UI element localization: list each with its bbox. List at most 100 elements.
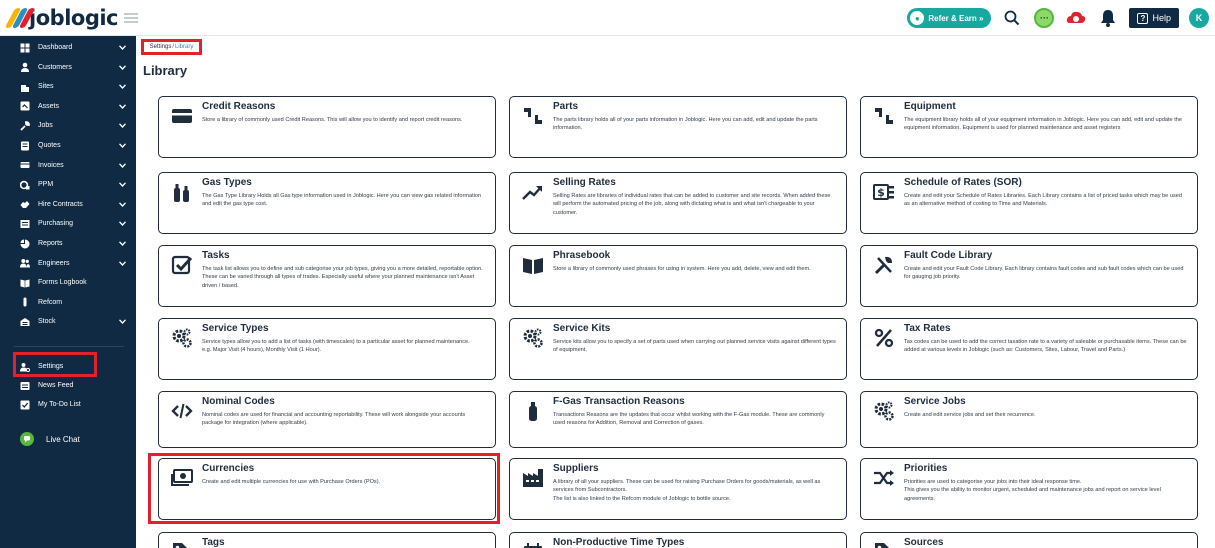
library-card-non-productive-time-types[interactable]: Non-Productive Time Types	[509, 532, 847, 548]
library-card-priorities[interactable]: Priorities Priorities are used to categor…	[860, 458, 1198, 520]
card-title: Tasks	[202, 250, 230, 261]
library-card-selling-rates[interactable]: Selling Rates Selling Rates are libraries…	[509, 172, 847, 234]
sidebar: Dashboard Customers Sites Assets Jobs Quotes I…	[0, 36, 136, 548]
chevron-down-icon	[118, 122, 126, 130]
card-description: Priorities are used to categorise your j…	[904, 479, 1161, 502]
invoice-icon	[20, 160, 30, 170]
library-card-service-types[interactable]: Service Types Service types allow you to …	[158, 318, 496, 380]
library-card-service-kits[interactable]: Service Kits Service kits allow you to sp…	[509, 318, 847, 380]
refer-earn-button[interactable]: ● Refer & Earn »	[907, 8, 992, 28]
library-card-nominal-codes[interactable]: Nominal Codes Nominal codes are used for …	[158, 391, 496, 448]
equipment-icon	[873, 105, 895, 127]
card-description: The task list allows you to define and s…	[202, 266, 483, 289]
code-icon	[171, 400, 193, 422]
card-title: Credit Reasons	[202, 101, 276, 112]
chevron-down-icon	[118, 240, 126, 248]
library-card-f-gas-transaction-reasons[interactable]: F-Gas Transaction Reasons Transactions Re…	[509, 391, 847, 448]
sidebar-item-news-feed[interactable]: News Feed	[0, 376, 136, 395]
industry-icon	[522, 467, 544, 489]
messages-icon[interactable]: ···	[1033, 7, 1055, 29]
library-card-phrasebook[interactable]: Phrasebook Store a library of commonly us…	[509, 245, 847, 307]
gears-icon	[873, 400, 895, 422]
live-chat-label: Live Chat	[46, 434, 80, 444]
gears-icon	[171, 327, 193, 349]
reports-icon	[20, 239, 30, 249]
breadcrumb: Settings / Library	[141, 39, 202, 55]
card-title: Gas Types	[202, 177, 252, 188]
dashboard-icon	[20, 43, 30, 53]
sidebar-item-engineers[interactable]: Engineers	[0, 254, 136, 273]
sidebar-item-assets[interactable]: Assets	[0, 97, 136, 116]
joblogic-logo[interactable]: joblogic	[4, 5, 118, 30]
sidebar-item-refcom[interactable]: Refcom	[0, 293, 136, 312]
card-description: A library of all your suppliers. These c…	[553, 479, 821, 502]
chevron-down-icon	[118, 200, 126, 208]
sidebar-item-ppm[interactable]: PPM	[0, 175, 136, 194]
book-icon	[522, 254, 544, 276]
sidebar-item-my-to-do-list[interactable]: My To-Do List	[0, 395, 136, 414]
sidebar-item-quotes[interactable]: Quotes	[0, 136, 136, 155]
sidebar-item-customers[interactable]: Customers	[0, 58, 136, 77]
library-card-tasks[interactable]: Tasks The task list allows you to define …	[158, 245, 496, 307]
currencies-highlight-box	[148, 453, 500, 524]
refcom-icon	[20, 297, 30, 307]
help-button[interactable]: ? Help	[1129, 8, 1179, 28]
logo-text: joblogic	[29, 5, 118, 30]
library-card-tax-rates[interactable]: Tax Rates Tax codes can be used to add th…	[860, 318, 1198, 380]
sidebar-item-label: Invoices	[38, 161, 64, 169]
sidebar-item-dashboard[interactable]: Dashboard	[0, 38, 136, 57]
card-description: The parts library holds all of your part…	[553, 117, 818, 132]
library-card-suppliers[interactable]: Suppliers A library of all your suppliers…	[509, 458, 847, 520]
library-card-schedule-of-rates-sor[interactable]: $ Schedule of Rates (SOR) Create and edit …	[860, 172, 1198, 234]
sidebar-item-label: PPM	[38, 181, 54, 189]
user-avatar[interactable]: K	[1189, 8, 1209, 28]
chevron-down-icon	[118, 259, 126, 267]
sidebar-item-label: Assets	[38, 102, 60, 110]
chevron-down-icon	[118, 83, 126, 91]
sidebar-item-label: Purchasing	[38, 220, 74, 228]
library-card-parts[interactable]: Parts The parts library holds all of your…	[509, 96, 847, 158]
card-description: Nominal codes are used for financial and…	[202, 412, 466, 427]
breadcrumb-settings-link[interactable]: Settings	[150, 44, 172, 50]
card-title: Sources	[904, 537, 944, 548]
sidebar-item-jobs[interactable]: Jobs	[0, 116, 136, 135]
menu-toggle-icon[interactable]	[124, 12, 138, 23]
sidebar-item-stock[interactable]: Stock	[0, 312, 136, 331]
card-title: Service Types	[202, 323, 269, 334]
sidebar-item-label: Dashboard	[38, 44, 73, 51]
sidebar-item-invoices[interactable]: Invoices	[0, 156, 136, 175]
sidebar-item-forms-logbook[interactable]: Forms Logbook	[0, 273, 136, 292]
card-title: Suppliers	[553, 463, 599, 474]
sidebar-item-sites[interactable]: Sites	[0, 77, 136, 96]
sidebar-item-hire-contracts[interactable]: Hire Contracts	[0, 195, 136, 214]
chevron-down-icon	[118, 318, 126, 326]
card-title: Service Jobs	[904, 396, 966, 407]
sidebar-item-label: Sites	[38, 83, 54, 91]
credit-card-icon	[171, 105, 193, 127]
library-card-service-jobs[interactable]: Service Jobs Create and edit service jobs…	[860, 391, 1198, 448]
library-card-fault-code-library[interactable]: Fault Code Library Create and edit your F…	[860, 245, 1198, 307]
live-chat-icon	[20, 432, 34, 446]
contract-icon	[20, 199, 30, 209]
library-card-gas-types[interactable]: Gas Types The Gas Type Library Holds all …	[158, 172, 496, 234]
sidebar-divider	[14, 346, 124, 347]
live-chat-button[interactable]: Live Chat	[20, 432, 80, 446]
card-title: Parts	[553, 101, 579, 112]
library-card-equipment[interactable]: Equipment The equipment library holds all…	[860, 96, 1198, 158]
card-title: Priorities	[904, 463, 948, 474]
refcom-icon[interactable]	[1065, 7, 1087, 29]
search-icon[interactable]	[1001, 7, 1023, 29]
breadcrumb-library: Library	[175, 44, 194, 50]
svg-text:$: $	[877, 186, 885, 199]
settings-highlight-box	[13, 352, 97, 377]
chevron-down-icon	[118, 63, 126, 71]
help-label: Help	[1152, 13, 1171, 23]
library-card-credit-reasons[interactable]: Credit Reasons Store a library of commonl…	[158, 96, 496, 158]
library-card-sources[interactable]: Sources	[860, 532, 1198, 548]
card-description: Store a library of commonly used phrases…	[553, 266, 811, 272]
card-title: Non-Productive Time Types	[553, 537, 685, 548]
notifications-bell-icon[interactable]	[1097, 7, 1119, 29]
sidebar-item-reports[interactable]: Reports	[0, 234, 136, 253]
library-card-tags[interactable]: Tags	[158, 532, 496, 548]
sidebar-item-purchasing[interactable]: Purchasing	[0, 214, 136, 233]
